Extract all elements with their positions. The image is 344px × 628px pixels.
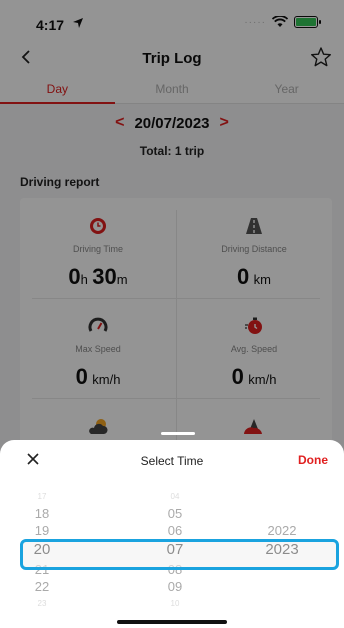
picker-spacer [254,505,310,522]
picker-option[interactable]: 06 [155,522,195,539]
trip-log-screen: 4:17 ····· Trip Log Day Month Year < 20/… [0,0,344,628]
picker-option[interactable]: 05 [155,505,195,522]
picker-option[interactable]: 10 [155,595,195,612]
picker-option[interactable]: 23 [22,595,62,612]
sheet-title: Select Time [140,454,204,468]
picker-option[interactable]: 22 [22,578,62,595]
picker-option[interactable]: 17 [22,488,62,505]
picker-option[interactable]: 19 [22,522,62,539]
picker-option[interactable]: 18 [22,505,62,522]
home-indicator [117,620,227,624]
picker-spacer [254,488,310,505]
picker-option[interactable]: 04 [155,488,195,505]
selection-highlight [20,539,339,570]
select-time-sheet: Select Time Done 17 18 19 20 21 22 23 04… [0,440,344,628]
picker-option[interactable]: 09 [155,578,195,595]
picker-option[interactable]: 2022 [254,522,310,539]
drag-handle[interactable] [161,432,195,435]
done-button[interactable]: Done [298,453,328,467]
